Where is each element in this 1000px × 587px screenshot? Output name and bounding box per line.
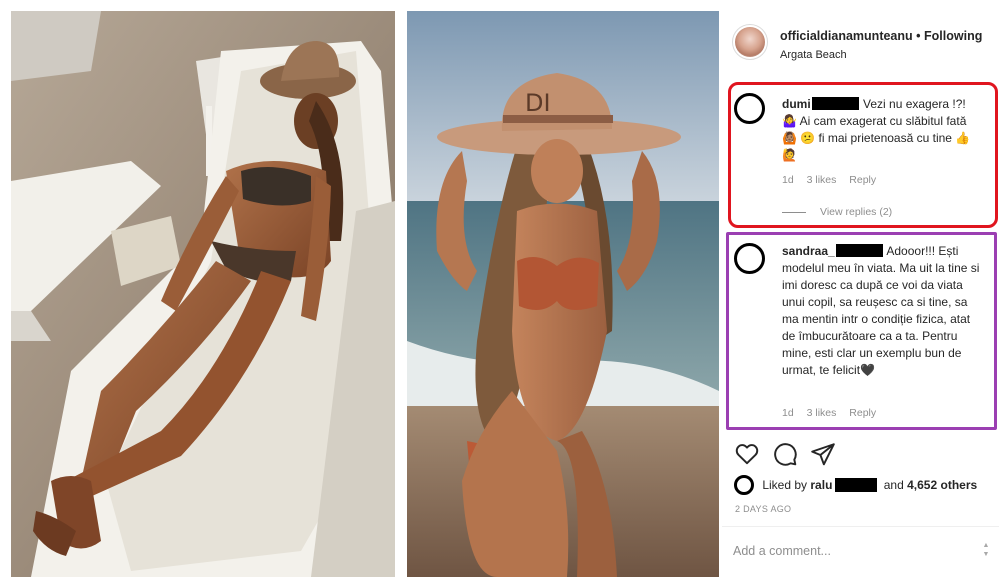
comment-text-block: sandraa_ Adooor!!! Ești modelul meu în v… [782, 243, 982, 379]
reply-button[interactable]: Reply [849, 407, 876, 419]
comment-age: 1d [782, 407, 794, 419]
redacted-avatar-circle [734, 475, 754, 495]
likes-summary: Liked by ralu and 4,652 others [734, 475, 977, 495]
svg-text:DI: DI [525, 89, 551, 117]
redaction-bar [835, 478, 878, 492]
post-photo-left [11, 11, 395, 577]
likes-others-link[interactable]: 4,652 others [907, 478, 977, 492]
beach-standing-photo: DI [407, 11, 719, 577]
input-resize-arrows[interactable]: ▲ ▼ [981, 541, 991, 561]
comment-likes[interactable]: 3 likes [807, 407, 837, 419]
post-date[interactable]: 2 DAYS AGO [735, 504, 791, 514]
divider [722, 526, 999, 527]
post-photo-right: DI [407, 11, 719, 577]
comment-body: Adooor!!! Ești modelul meu în viata. Ma … [782, 244, 980, 377]
post-details-panel: officialdianamunteanu • Following Argata… [722, 11, 999, 577]
likes-joiner: and [883, 478, 904, 492]
comment-item: sandraa_ Adooor!!! Ești modelul meu în v… [722, 11, 999, 431]
redacted-avatar-circle [734, 243, 765, 274]
add-comment-input[interactable] [733, 542, 968, 560]
heart-icon[interactable] [734, 441, 760, 467]
comment-username[interactable]: sandraa_ [782, 244, 835, 258]
liker-username[interactable]: ralu [810, 478, 832, 492]
liked-by-label: Liked by [762, 478, 808, 492]
comment-icon[interactable] [772, 441, 798, 467]
beach-lounger-photo [11, 11, 395, 577]
comment-meta: 1d 3 likes Reply [782, 407, 886, 419]
share-icon[interactable] [810, 441, 836, 467]
redaction-bar [835, 244, 883, 257]
